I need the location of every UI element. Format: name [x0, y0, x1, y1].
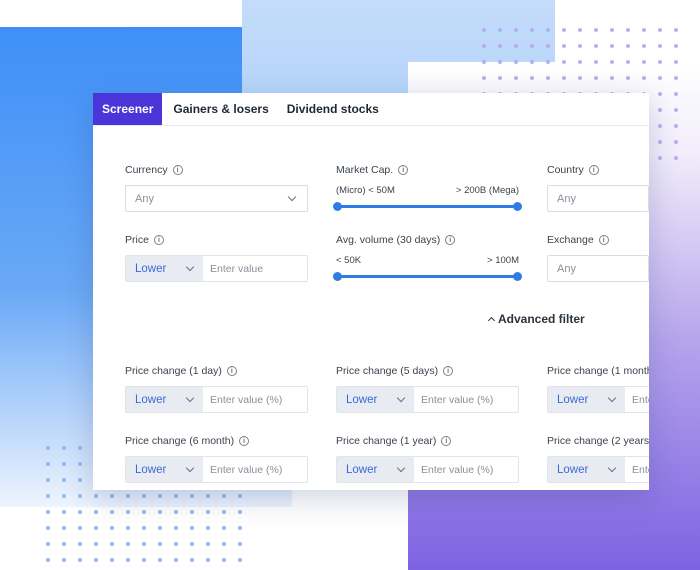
info-icon[interactable]: i [172, 165, 183, 175]
market-cap-max-label: > 200B (Mega) [455, 185, 519, 196]
price-operator-value: Lower [135, 262, 167, 275]
operator-value: Lower [557, 393, 589, 406]
chevron-up-icon [487, 316, 496, 325]
filter-label: Price change (5 days) [336, 365, 439, 377]
value-input[interactable]: Enter value (%) [414, 457, 518, 482]
market-cap-slider[interactable] [333, 202, 522, 211]
price-change-1d-filter: Price change (1 day) i Lower Enter value … [125, 364, 325, 413]
price-change-5d-filter: Price change (5 days) i Lower Enter value… [336, 364, 536, 413]
value-input[interactable]: Enter value (%) [203, 457, 307, 482]
value-input[interactable]: Enter value (%) [414, 387, 518, 412]
info-icon[interactable]: i [226, 366, 237, 376]
chevron-down-icon [396, 393, 406, 403]
filter-label: Price change (6 month) [125, 435, 235, 447]
chevron-down-icon [396, 463, 406, 473]
avg-volume-min-label: < 50K [336, 255, 362, 266]
filter-label: Price change (2 years) [547, 435, 649, 447]
slider-max-handle[interactable] [513, 202, 522, 211]
country-filter: Country i Any [547, 163, 649, 212]
info-icon[interactable]: i [153, 235, 164, 245]
country-value: Any [557, 192, 576, 205]
price-operator-select[interactable]: Lower [126, 256, 203, 281]
operator-value: Lower [135, 463, 167, 476]
currency-value: Any [135, 192, 154, 205]
price-filter: Price i Lower Enter value [125, 233, 325, 282]
info-icon[interactable]: i [239, 436, 250, 446]
operator-select[interactable]: Lower [337, 457, 414, 482]
filter-label: Price change (1 year) [336, 435, 437, 447]
slider-min-handle[interactable] [333, 202, 342, 211]
avg-volume-filter: Avg. volume (30 days) i < 50K > 100M [333, 233, 536, 281]
market-cap-label: Market Cap. [336, 164, 394, 176]
currency-select[interactable]: Any [125, 185, 308, 212]
info-icon[interactable]: i [598, 235, 609, 245]
country-select[interactable]: Any [547, 185, 649, 212]
country-label: Country [547, 164, 584, 176]
avg-volume-slider[interactable] [333, 272, 522, 281]
info-icon[interactable]: i [398, 165, 409, 175]
operator-select[interactable]: Lower [548, 387, 625, 412]
price-change-1m-filter: Price change (1 month)i Lower Enter valu… [547, 364, 649, 413]
advanced-filter-label: Advanced filter [498, 312, 585, 326]
operator-value: Lower [557, 463, 589, 476]
slider-min-handle[interactable] [333, 272, 342, 281]
market-cap-filter: Market Cap. i (Micro) < 50M > 200B (Mega) [333, 163, 536, 211]
chevron-down-icon [607, 463, 617, 473]
exchange-value: Any [557, 262, 576, 275]
currency-filter: Currency i Any [125, 163, 325, 212]
slider-max-handle[interactable] [513, 272, 522, 281]
filter-label: Price change (1 month) [547, 365, 649, 377]
price-value-input[interactable]: Enter value [203, 256, 307, 281]
tab-dividend-stocks[interactable]: Dividend stocks [278, 93, 388, 125]
operator-value: Lower [135, 393, 167, 406]
price-change-2y-filter: Price change (2 years)i Lower Enter valu… [547, 434, 649, 483]
operator-value: Lower [346, 393, 378, 406]
currency-label: Currency [125, 164, 168, 176]
operator-select[interactable]: Lower [548, 457, 625, 482]
operator-value: Lower [346, 463, 378, 476]
avg-volume-label: Avg. volume (30 days) [336, 234, 441, 246]
filter-label: Price change (1 day) [125, 365, 222, 377]
value-input[interactable]: Enter value (%) [203, 387, 307, 412]
chevron-down-icon [185, 262, 195, 272]
exchange-filter: Exchange i Any [547, 233, 649, 282]
info-icon[interactable]: i [588, 165, 599, 175]
info-icon[interactable]: i [445, 235, 456, 245]
price-change-6m-filter: Price change (6 month) i Lower Enter valu… [125, 434, 325, 483]
chevron-down-icon [185, 393, 195, 403]
price-change-1y-filter: Price change (1 year) i Lower Enter value… [336, 434, 536, 483]
operator-select[interactable]: Lower [126, 457, 203, 482]
value-input[interactable]: Enter value (%) [625, 457, 649, 482]
tab-screener[interactable]: Screener [93, 93, 163, 125]
exchange-select[interactable]: Any [547, 255, 649, 282]
chevron-down-icon [287, 192, 297, 202]
info-icon[interactable]: i [443, 366, 454, 376]
chevron-down-icon [185, 463, 195, 473]
operator-select[interactable]: Lower [337, 387, 414, 412]
tab-bar: Screener Gainers & losers Dividend stock… [93, 93, 649, 126]
avg-volume-max-label: > 100M [487, 255, 519, 266]
tab-gainers-losers[interactable]: Gainers & losers [164, 93, 277, 125]
chevron-down-icon [607, 393, 617, 403]
operator-select[interactable]: Lower [126, 387, 203, 412]
market-cap-min-label: (Micro) < 50M [336, 185, 395, 196]
exchange-label: Exchange [547, 234, 594, 246]
screener-card: Screener Gainers & losers Dividend stock… [93, 93, 649, 490]
value-input[interactable]: Enter value (%) [625, 387, 649, 412]
info-icon[interactable]: i [441, 436, 452, 446]
advanced-filter-toggle[interactable]: Advanced filter [487, 312, 585, 326]
price-label: Price [125, 234, 149, 246]
